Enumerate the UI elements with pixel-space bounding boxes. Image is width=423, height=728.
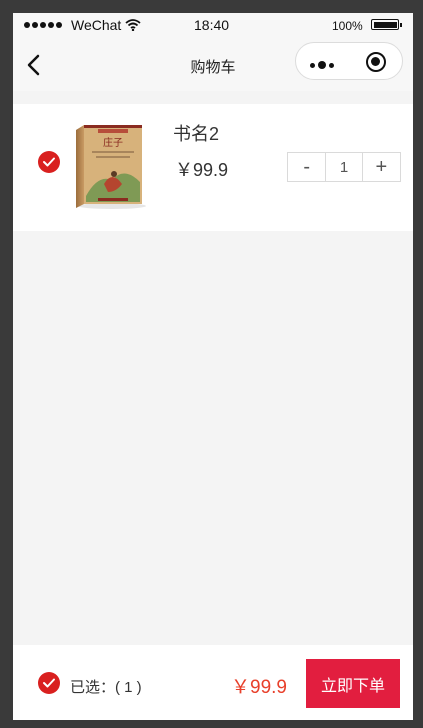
item-checkbox[interactable] [38,151,60,173]
nav-bar: 购物车 [13,39,413,91]
mini-program-capsule [295,42,403,80]
signal-icon [24,22,62,28]
battery-percent: 100% [332,19,363,33]
status-bar: WeChat 18:40 100% [13,13,413,39]
battery-icon [371,19,402,30]
item-name: 书名2 [173,124,220,144]
quantity-stepper: - 1 + [287,152,401,182]
more-icon[interactable] [310,61,334,69]
total-price: ￥99.9 [231,677,287,698]
cart-item: 庄子 书名2 ￥99.9 - 1 + [13,104,413,231]
item-price: ￥99.9 [175,160,229,180]
decrease-quantity-button[interactable]: - [288,153,325,181]
book-cover-title: 庄子 [103,136,123,149]
carrier-name: WeChat [71,17,122,33]
selected-count: 已选：( 1 ) [70,679,142,696]
book-cover-image: 庄子 [68,124,148,210]
close-miniprogram-icon[interactable] [366,52,386,72]
select-all-checkbox[interactable] [38,672,60,694]
checkout-bar: 已选：( 1 ) ￥99.9 立即下单 [13,645,413,720]
increase-quantity-button[interactable]: + [363,153,400,181]
phone-screen: WeChat 18:40 100% 购物车 庄子 书名2 ￥99.9 - 1 +… [13,13,413,720]
place-order-button[interactable]: 立即下单 [306,659,400,708]
status-time: 18:40 [194,17,230,33]
quantity-value[interactable]: 1 [325,153,363,181]
wifi-icon [125,18,141,34]
